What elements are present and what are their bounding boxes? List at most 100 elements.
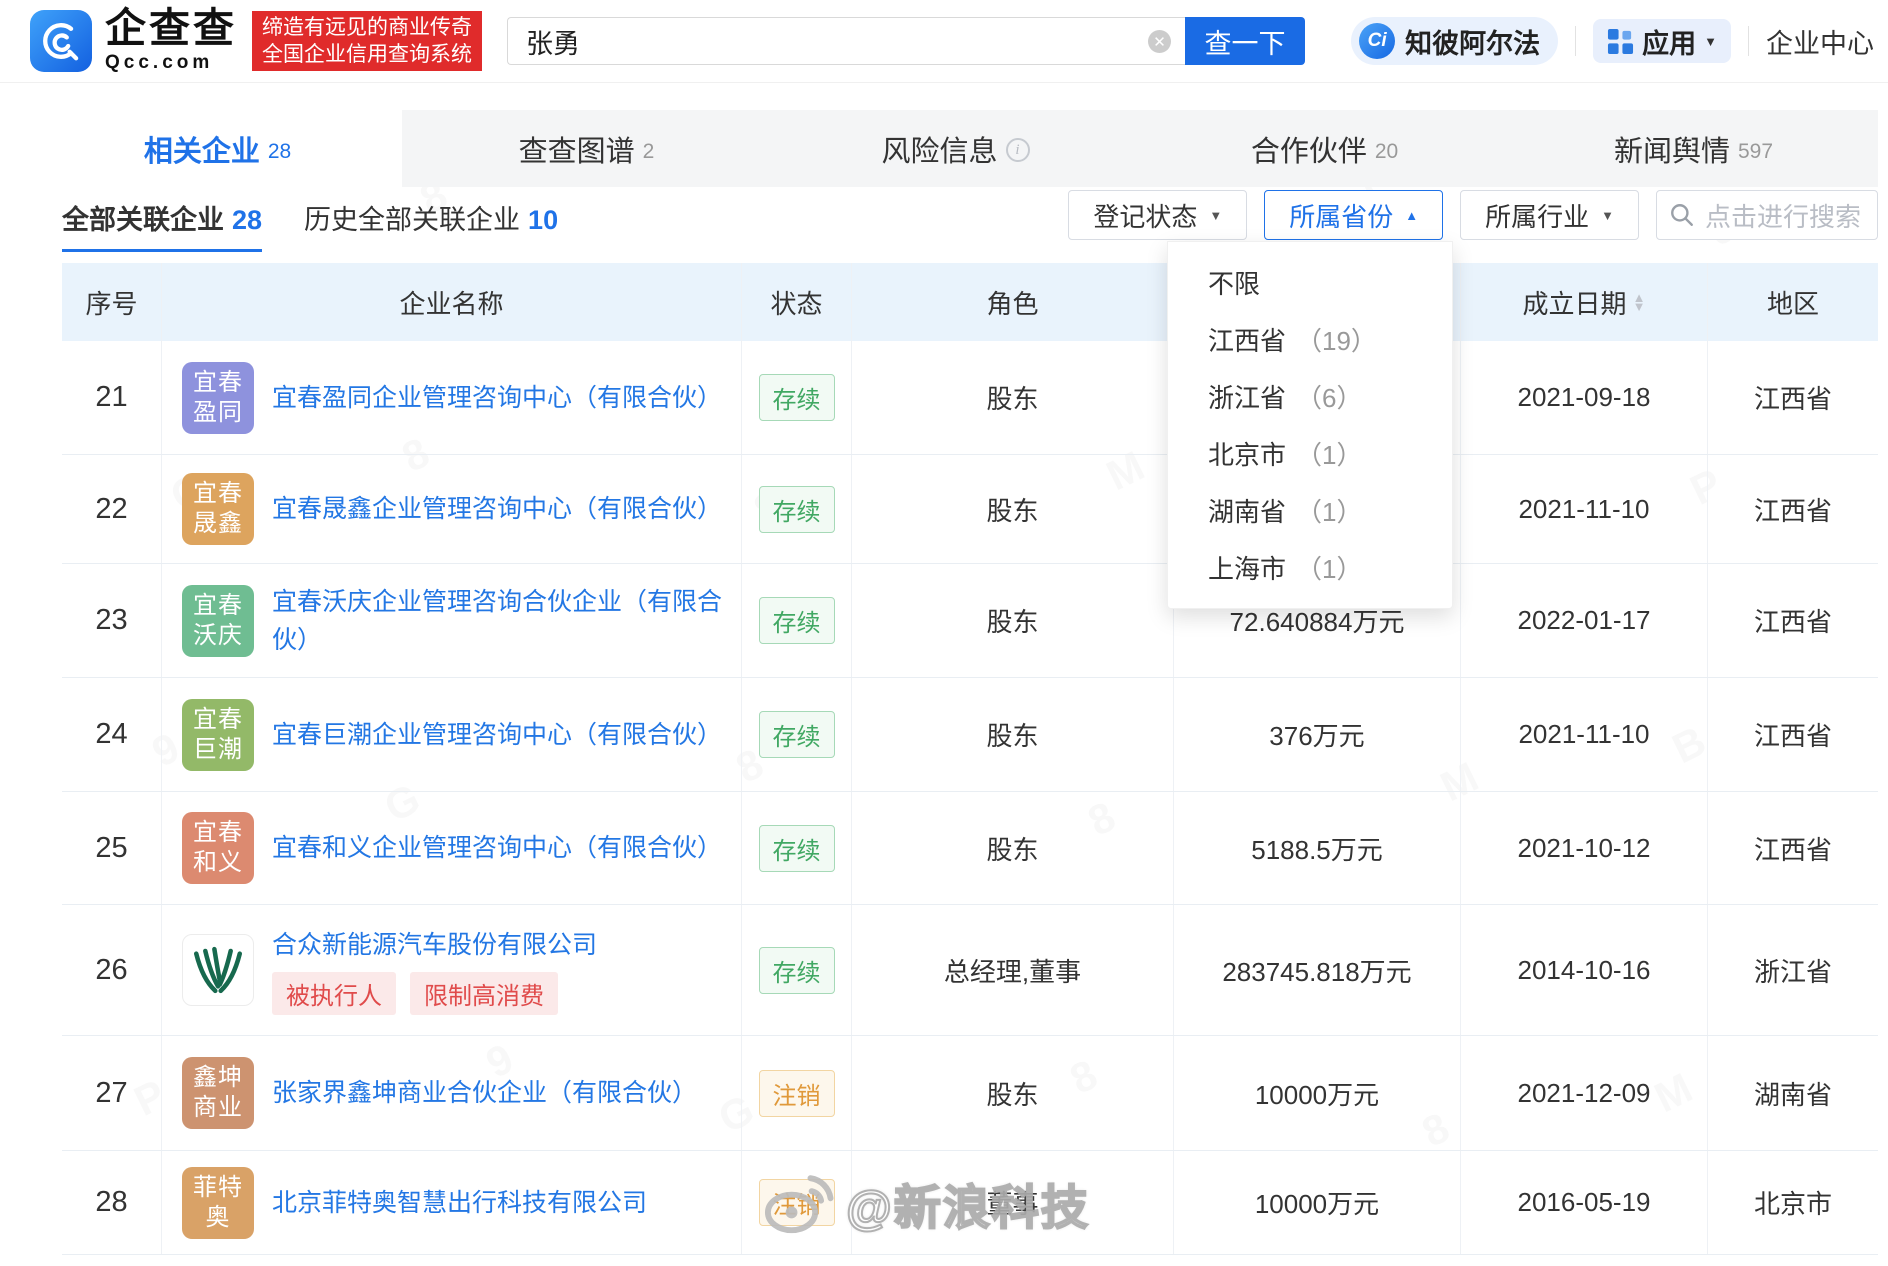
company-link[interactable]: 宜春巨潮企业管理咨询中心（有限合伙） [272, 721, 722, 749]
company-link[interactable]: 宜春和义企业管理咨询中心（有限合伙） [272, 834, 722, 862]
table-search-box[interactable]: 点击进行搜索 [1656, 190, 1878, 240]
search-button[interactable]: 查一下 [1185, 17, 1305, 65]
company-name-block: 张家界鑫坤商业合伙企业（有限合伙） [272, 1074, 697, 1112]
table-row-22: 22 宜春 晟鑫 宜春晟鑫企业管理咨询中心（有限合伙） 存续 股东 2021-11-10 江西… [62, 455, 1878, 564]
tab-4[interactable]: 合作伙伴 20 [1140, 110, 1509, 187]
company-name-block: 合众新能源汽车股份有限公司被执行人 限制高消费 [272, 926, 597, 1015]
role-cell: 总经理,董事 [852, 905, 1174, 1035]
subtabs: 全部关联企业 28 历史全部关联企业 10 [62, 198, 558, 252]
established-date-cell: 2022-01-17 [1461, 564, 1708, 677]
filter-button-3[interactable]: 所属行业 ▼ [1460, 190, 1639, 240]
capital-cell: 10000万元 [1174, 1151, 1461, 1254]
tab-5[interactable]: 新闻舆情 597 [1509, 110, 1878, 187]
caret-up-icon: ▲ [1405, 207, 1419, 223]
province-option-6[interactable]: 上海市 （1） [1168, 539, 1452, 596]
row-number-cell: 27 [62, 1036, 162, 1150]
company-link[interactable]: 合众新能源汽车股份有限公司 [272, 931, 597, 959]
main-tabbar: 相关企业 28 查查图谱 2 风险信息 i 合作伙伴 20 新闻舆情 597 [33, 110, 1878, 187]
province-option-3[interactable]: 浙江省 （6） [1168, 368, 1452, 425]
company-link[interactable]: 北京菲特奥智慧出行科技有限公司 [272, 1189, 647, 1217]
company-cell: 合众新能源汽车股份有限公司被执行人 限制高消费 [162, 905, 742, 1035]
role-cell: 股东 [852, 564, 1174, 677]
search-input[interactable] [507, 17, 1185, 65]
apps-menu-button[interactable]: 应用 ▼ [1593, 19, 1731, 63]
company-logo: 宜春 盈同 [182, 361, 254, 434]
status-badge: 存续 [758, 374, 835, 421]
filter-label: 所属省份 [1289, 201, 1394, 232]
status-badge: 存续 [758, 946, 835, 994]
province-option-count: （1） [1296, 440, 1363, 470]
company-name-block: 宜春晟鑫企业管理咨询中心（有限合伙） [272, 490, 722, 528]
logo-text-line: 商业 [193, 1094, 243, 1121]
company-link[interactable]: 宜春晟鑫企业管理咨询中心（有限合伙） [272, 495, 722, 523]
company-name-block: 宜春巨潮企业管理咨询中心（有限合伙） [272, 716, 722, 754]
row-number-cell: 23 [62, 564, 162, 677]
search-box: ✕ [507, 17, 1185, 65]
status-badge: 存续 [758, 485, 835, 533]
province-option-5[interactable]: 湖南省 （1） [1168, 482, 1452, 539]
tab-label: 风险信息 [881, 135, 998, 168]
company-cell: 宜春 巨潮 宜春巨潮企业管理咨询中心（有限合伙） [162, 678, 742, 791]
company-name-block: 宜春盈同企业管理咨询中心（有限合伙） [272, 379, 722, 417]
province-option-count: （1） [1296, 554, 1363, 584]
header-label: 状态 [770, 288, 823, 319]
company-cell: 宜春 盈同 宜春盈同企业管理咨询中心（有限合伙） [162, 341, 742, 454]
filter-toolbar: 登记状态 ▼ 所属省份 ▲ 所属行业 ▼ 点击进行搜索 [1068, 190, 1878, 240]
tab-2[interactable]: 查查图谱 2 [402, 110, 771, 187]
tab-1[interactable]: 相关企业 28 [33, 110, 402, 187]
filter-button-1[interactable]: 登记状态 ▼ [1068, 190, 1248, 240]
status-cell: 存续 [742, 678, 852, 791]
zhipi-alpha-button[interactable]: Ci 知彼阿尔法 [1351, 17, 1559, 65]
zhipi-alpha-label: 知彼阿尔法 [1405, 28, 1541, 59]
province-option-count: （19） [1296, 326, 1377, 356]
subtab-count: 10 [528, 205, 559, 235]
region-cell: 浙江省 [1753, 956, 1832, 987]
tab-3[interactable]: 风险信息 i [771, 110, 1140, 187]
row-number: 25 [95, 831, 128, 864]
company-link[interactable]: 宜春盈同企业管理咨询中心（有限合伙） [272, 384, 722, 412]
risk-tag[interactable]: 限制高消费 [410, 971, 558, 1015]
row-number: 26 [95, 953, 128, 986]
subtab-2[interactable]: 历史全部关联企业 10 [304, 198, 558, 252]
established-date-cell: 2021-09-18 [1461, 341, 1708, 454]
province-option-1[interactable]: 不限 [1168, 254, 1452, 311]
qcc-swirl-icon [43, 23, 79, 61]
table-row-27: 27 鑫坤 商业 张家界鑫坤商业合伙企业（有限合伙） 注销 股东 10000万元 2021-1… [62, 1036, 1878, 1151]
province-dropdown: 不限 江西省 （19） 浙江省 （6） 北京市 （1） 湖南省 （1） 上海市 （1） [1167, 241, 1453, 609]
filter-label: 登记状态 [1093, 201, 1198, 232]
status-cell: 存续 [742, 341, 852, 454]
province-option-label: 湖南省 [1208, 497, 1287, 527]
logo-text-line: 宜春 [193, 480, 243, 507]
subtab-1[interactable]: 全部关联企业 28 [62, 198, 263, 252]
capital-cell: 376万元 [1174, 678, 1461, 791]
qcc-logo-icon[interactable] [30, 10, 92, 72]
company-link[interactable]: 宜春沃庆企业管理咨询合伙企业（有限合伙） [272, 588, 722, 654]
company-name-block: 宜春和义企业管理咨询中心（有限合伙） [272, 829, 722, 867]
row-number: 27 [95, 1076, 128, 1109]
table-header-角色: 角色 [852, 263, 1174, 341]
established-date-cell: 2014-10-16 [1461, 905, 1708, 1035]
related-companies-table: 序号 企业名称 状态 角色 成立日期 ▲ ▼ 地区 21 宜春 盈同 宜春盈同企业管理咨询中心（有限合… [62, 263, 1878, 1255]
clear-search-icon[interactable]: ✕ [1148, 30, 1171, 53]
hozon-logo-icon [193, 946, 243, 994]
established-date-cell: 2021-11-10 [1461, 455, 1708, 563]
established-date-cell: 2016-05-19 [1461, 1151, 1708, 1254]
province-option-4[interactable]: 北京市 （1） [1168, 425, 1452, 482]
province-option-2[interactable]: 江西省 （19） [1168, 311, 1452, 368]
filter-button-2[interactable]: 所属省份 ▲ [1264, 190, 1444, 240]
divider [1575, 26, 1577, 56]
region-cell: 江西省 [1753, 834, 1832, 865]
province-option-label: 不限 [1208, 269, 1261, 299]
company-logo: 菲特奥 [182, 1166, 254, 1239]
zhipi-alpha-icon: Ci [1359, 23, 1396, 59]
risk-tag[interactable]: 被执行人 [272, 971, 396, 1015]
slogan-line-1: 缔造有远见的商业传奇 [262, 16, 472, 39]
top-header: 企查查 Qcc.com 缔造有远见的商业传奇 全国企业信用查询系统 ✕ 查一下 … [0, 0, 1888, 83]
tab-label: 查查图谱 [518, 135, 635, 168]
company-logo: 宜春 和义 [182, 812, 254, 884]
enterprise-center-link[interactable]: 企业中心 [1766, 22, 1874, 61]
company-link[interactable]: 张家界鑫坤商业合伙企业（有限合伙） [272, 1079, 697, 1107]
company-name-block: 宜春沃庆企业管理咨询合伙企业（有限合伙） [272, 583, 724, 659]
caret-down-icon: ▼ [1209, 207, 1223, 223]
sort-icon[interactable]: ▲ ▼ [1633, 291, 1646, 313]
